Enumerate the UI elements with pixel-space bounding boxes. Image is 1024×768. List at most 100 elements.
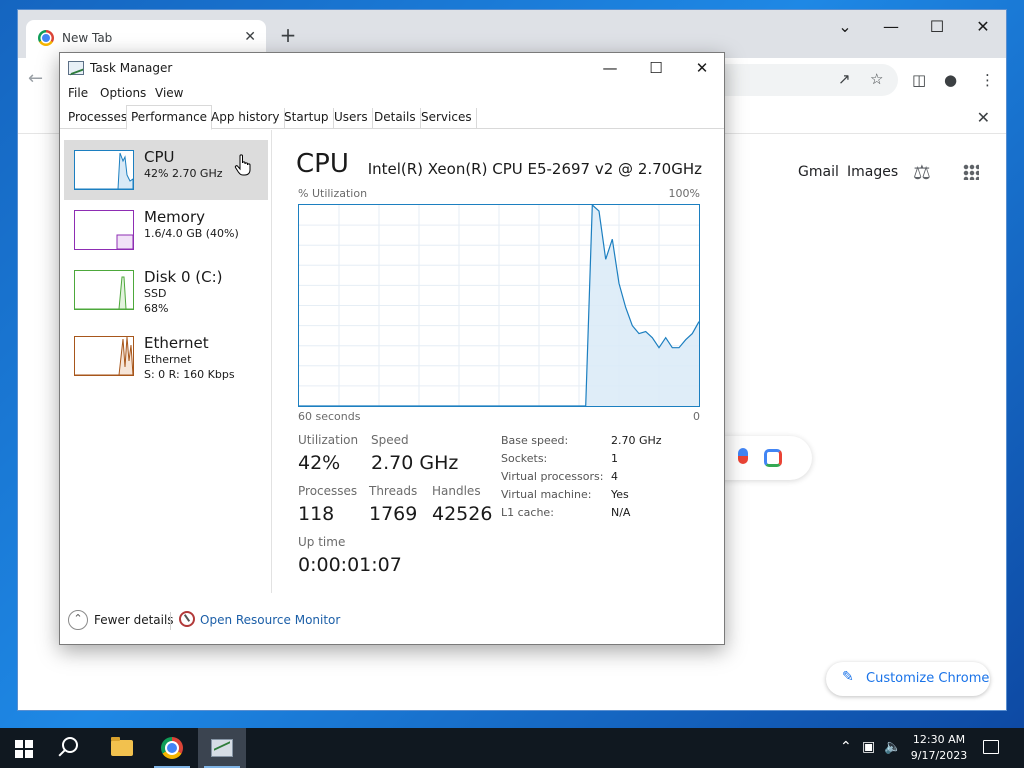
tm-maximize-button[interactable]: ☐ xyxy=(634,57,678,79)
cpu-thumbnail-graph xyxy=(74,150,134,190)
base-speed-value: 2.70 GHz xyxy=(611,434,662,447)
fewer-details-button[interactable]: Fewer details xyxy=(94,613,174,627)
customize-chrome-label: Customize Chrome xyxy=(866,671,990,686)
resource-sidebar: CPU 42% 2.70 GHz Memory 1.6/4.0 GB (40%)… xyxy=(60,130,272,593)
utilization-value: 42% xyxy=(298,452,341,474)
browser-tab-title: New Tab xyxy=(62,31,113,45)
browser-maximize-button[interactable]: ☐ xyxy=(922,16,952,40)
task-manager-tabs: Processes Performance App history Startu… xyxy=(60,105,724,130)
labs-flask-icon[interactable]: ⚖ xyxy=(913,160,931,184)
menu-view[interactable]: View xyxy=(155,86,183,100)
virtual-processors-value: 4 xyxy=(611,470,618,483)
y-axis-max-label: 100% xyxy=(668,187,700,200)
menu-options[interactable]: Options xyxy=(100,86,146,100)
base-speed-label: Base speed: xyxy=(501,434,569,447)
sidebar-disk-type: SSD xyxy=(144,287,167,300)
ethernet-thumbnail-graph xyxy=(74,336,134,376)
chrome-favicon-icon xyxy=(38,30,54,46)
tab-details[interactable]: Details xyxy=(370,108,421,129)
virtual-machine-label: Virtual machine: xyxy=(501,488,592,501)
search-icon[interactable] xyxy=(62,737,78,753)
pencil-icon: ✎ xyxy=(842,669,854,685)
threads-label: Threads xyxy=(369,484,418,498)
images-link[interactable]: Images xyxy=(847,164,898,180)
sockets-value: 1 xyxy=(611,452,618,465)
folder-icon xyxy=(111,737,133,756)
address-bar[interactable]: ↗ ☆ xyxy=(698,64,898,96)
virtual-processors-label: Virtual processors: xyxy=(501,470,604,483)
customize-chrome-button[interactable]: ✎ Customize Chrome xyxy=(826,662,990,696)
taskbar-task-manager[interactable] xyxy=(198,728,246,768)
back-arrow-icon[interactable]: ← xyxy=(28,68,43,89)
taskbar-file-explorer[interactable] xyxy=(98,728,146,768)
new-tab-button[interactable]: + xyxy=(276,24,300,48)
browser-minimize-button[interactable]: — xyxy=(876,16,906,40)
browser-close-button[interactable]: ✕ xyxy=(968,16,998,40)
uptime-label: Up time xyxy=(298,535,346,549)
speed-label: Speed xyxy=(371,433,409,447)
open-resource-monitor-link[interactable]: Open Resource Monitor xyxy=(200,613,340,627)
sidebar-cpu-detail: 42% 2.70 GHz xyxy=(144,167,223,180)
network-icon[interactable]: ▣ xyxy=(862,739,875,755)
tab-processes[interactable]: Processes xyxy=(64,108,133,129)
memory-thumbnail-graph xyxy=(74,210,134,250)
cpu-utilization-chart xyxy=(299,205,699,406)
clock-time: 12:30 AM xyxy=(912,733,966,746)
tab-startup[interactable]: Startup xyxy=(280,108,334,129)
virtual-machine-value: Yes xyxy=(611,488,629,501)
system-clock[interactable]: 12:30 AM 9/17/2023 xyxy=(904,732,974,764)
l1-cache-label: L1 cache: xyxy=(501,506,554,519)
windows-start-icon[interactable] xyxy=(15,740,33,758)
browser-tabstrip: New Tab ✕ + ⌄ — ☐ ✕ xyxy=(18,10,1006,58)
cpu-details-panel: CPU Intel(R) Xeon(R) CPU E5-2697 v2 @ 2.… xyxy=(296,143,706,593)
task-manager-app-icon xyxy=(68,61,84,75)
tm-minimize-button[interactable]: — xyxy=(588,57,632,79)
google-lens-icon[interactable] xyxy=(764,449,782,467)
x-axis-right-label: 0 xyxy=(693,410,700,423)
taskbar-chrome[interactable] xyxy=(148,728,196,768)
uptime-value: 0:00:01:07 xyxy=(298,554,402,576)
tab-services[interactable]: Services xyxy=(417,108,477,129)
profile-avatar-icon[interactable]: ● xyxy=(944,71,957,89)
google-apps-grid-icon[interactable] xyxy=(963,164,979,180)
bookmark-star-icon[interactable]: ☆ xyxy=(870,70,883,88)
menu-file[interactable]: File xyxy=(68,86,88,100)
menu-bar: File Options View xyxy=(60,83,724,103)
sidebar-cpu-name: CPU xyxy=(144,148,175,166)
y-axis-label: % Utilization xyxy=(298,187,368,200)
cpu-model-name: Intel(R) Xeon(R) CPU E5-2697 v2 @ 2.70GH… xyxy=(367,160,702,178)
tm-close-button[interactable]: ✕ xyxy=(680,57,724,79)
chevron-up-icon[interactable]: ⌃ xyxy=(68,610,88,630)
tab-app-history[interactable]: App history xyxy=(207,108,285,129)
speed-value: 2.70 GHz xyxy=(371,452,459,474)
sidebar-item-ethernet[interactable]: Ethernet Ethernet S: 0 R: 160 Kbps xyxy=(64,326,268,386)
task-manager-titlebar[interactable]: Task Manager — ☐ ✕ xyxy=(60,53,724,83)
chrome-icon xyxy=(161,737,183,759)
task-manager-icon xyxy=(211,739,233,757)
resource-monitor-icon xyxy=(179,611,195,627)
volume-muted-icon[interactable]: 🔈 xyxy=(884,739,901,755)
share-icon[interactable]: ↗ xyxy=(838,70,851,88)
voice-search-mic-icon[interactable] xyxy=(738,448,748,464)
more-menu-icon[interactable]: ⋮ xyxy=(980,71,995,89)
handles-value: 42526 xyxy=(432,503,493,525)
task-manager-footer: ⌃ Fewer details Open Resource Monitor xyxy=(60,606,724,638)
handles-label: Handles xyxy=(432,484,481,498)
gmail-link[interactable]: Gmail xyxy=(798,164,839,180)
task-manager-window: Task Manager — ☐ ✕ File Options View Pro… xyxy=(59,52,725,645)
side-panel-icon[interactable]: ◫ xyxy=(912,71,926,89)
show-hidden-icons-chevron-icon[interactable]: ⌃ xyxy=(840,739,852,755)
footer-divider xyxy=(170,612,171,630)
sidebar-item-memory[interactable]: Memory 1.6/4.0 GB (40%) xyxy=(64,200,268,260)
notifications-icon[interactable] xyxy=(983,740,999,754)
l1-cache-value: N/A xyxy=(611,506,631,519)
close-tab-icon[interactable]: ✕ xyxy=(244,29,256,45)
sidebar-item-disk[interactable]: Disk 0 (C:) SSD 68% xyxy=(64,260,268,320)
dismiss-bar-close-icon[interactable]: ✕ xyxy=(977,108,990,127)
x-axis-left-label: 60 seconds xyxy=(298,410,361,423)
tab-performance[interactable]: Performance xyxy=(126,105,213,130)
hand-cursor-icon xyxy=(234,154,251,176)
tab-users[interactable]: Users xyxy=(330,108,373,129)
tab-search-chevron-icon[interactable]: ⌄ xyxy=(830,16,860,40)
sidebar-item-cpu[interactable]: CPU 42% 2.70 GHz xyxy=(64,140,268,200)
